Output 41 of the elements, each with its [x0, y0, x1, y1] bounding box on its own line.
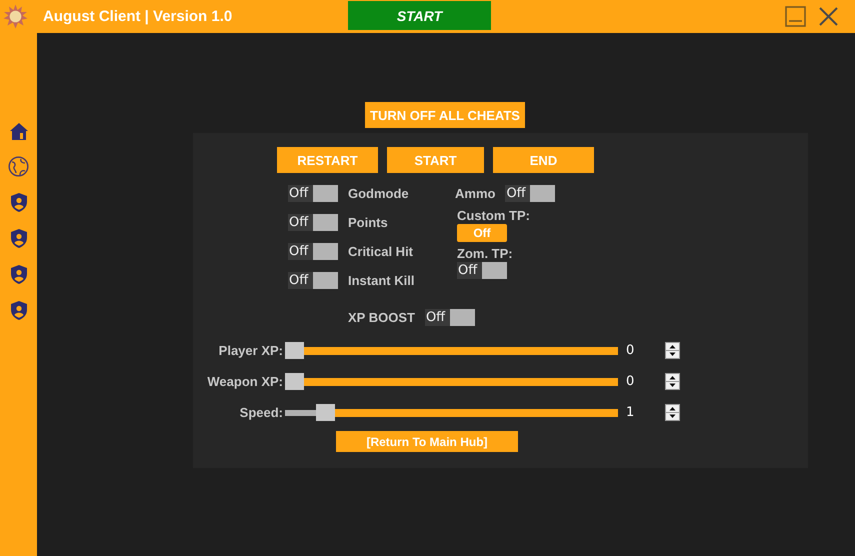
slider-value: 1 [625, 405, 636, 420]
spin-buttons[interactable] [665, 342, 680, 359]
cheat-label: Instant Kill [348, 273, 414, 288]
cheat-label: XP BOOST [348, 310, 415, 325]
cheat-label: Ammo [455, 186, 496, 201]
cheat-label: Zom. TP: [457, 246, 513, 261]
slider-value: 0 [625, 374, 636, 389]
slider-thumb[interactable] [316, 404, 336, 421]
slider-thumb[interactable] [285, 342, 304, 359]
cheat-label: Points [348, 215, 388, 230]
toggle-switch[interactable]: Off [288, 243, 338, 260]
toggle-switch[interactable]: Off [457, 262, 507, 279]
slider-track[interactable] [285, 373, 618, 390]
toggle-switch[interactable]: Off [288, 214, 338, 231]
user-shield-icon[interactable] [10, 192, 28, 213]
globe-icon[interactable] [8, 156, 29, 177]
user-shield-icon[interactable] [10, 264, 28, 285]
toggle-switch[interactable]: Off [505, 185, 556, 202]
slider-label: Speed: [238, 405, 283, 420]
slider-track[interactable] [285, 404, 618, 421]
sun-logo-icon [3, 4, 28, 29]
minimize-icon[interactable] [785, 6, 806, 27]
spin-buttons[interactable] [665, 404, 680, 421]
spin-buttons[interactable] [665, 373, 680, 390]
user-shield-icon[interactable] [10, 300, 28, 321]
slider-label: Weapon XP: [206, 374, 283, 389]
slider-value: 0 [625, 343, 636, 358]
slider-track[interactable] [285, 342, 618, 359]
slider-label: Player XP: [218, 343, 283, 358]
cheat-label: Critical Hit [348, 244, 414, 259]
user-shield-icon[interactable] [10, 228, 28, 249]
cheat-label: Custom TP: [457, 208, 530, 223]
slider-thumb[interactable] [285, 373, 304, 390]
window-title: August Client | Version 1.0 [43, 8, 234, 25]
start-button[interactable]: START [348, 1, 491, 30]
toggle-switch[interactable]: Off [288, 272, 338, 289]
cheat-label: Godmode [348, 186, 409, 201]
home-icon[interactable] [8, 122, 28, 141]
toggle-switch[interactable]: Off [424, 309, 475, 326]
close-icon[interactable] [819, 7, 838, 26]
toggle-switch[interactable]: Off [288, 185, 338, 202]
